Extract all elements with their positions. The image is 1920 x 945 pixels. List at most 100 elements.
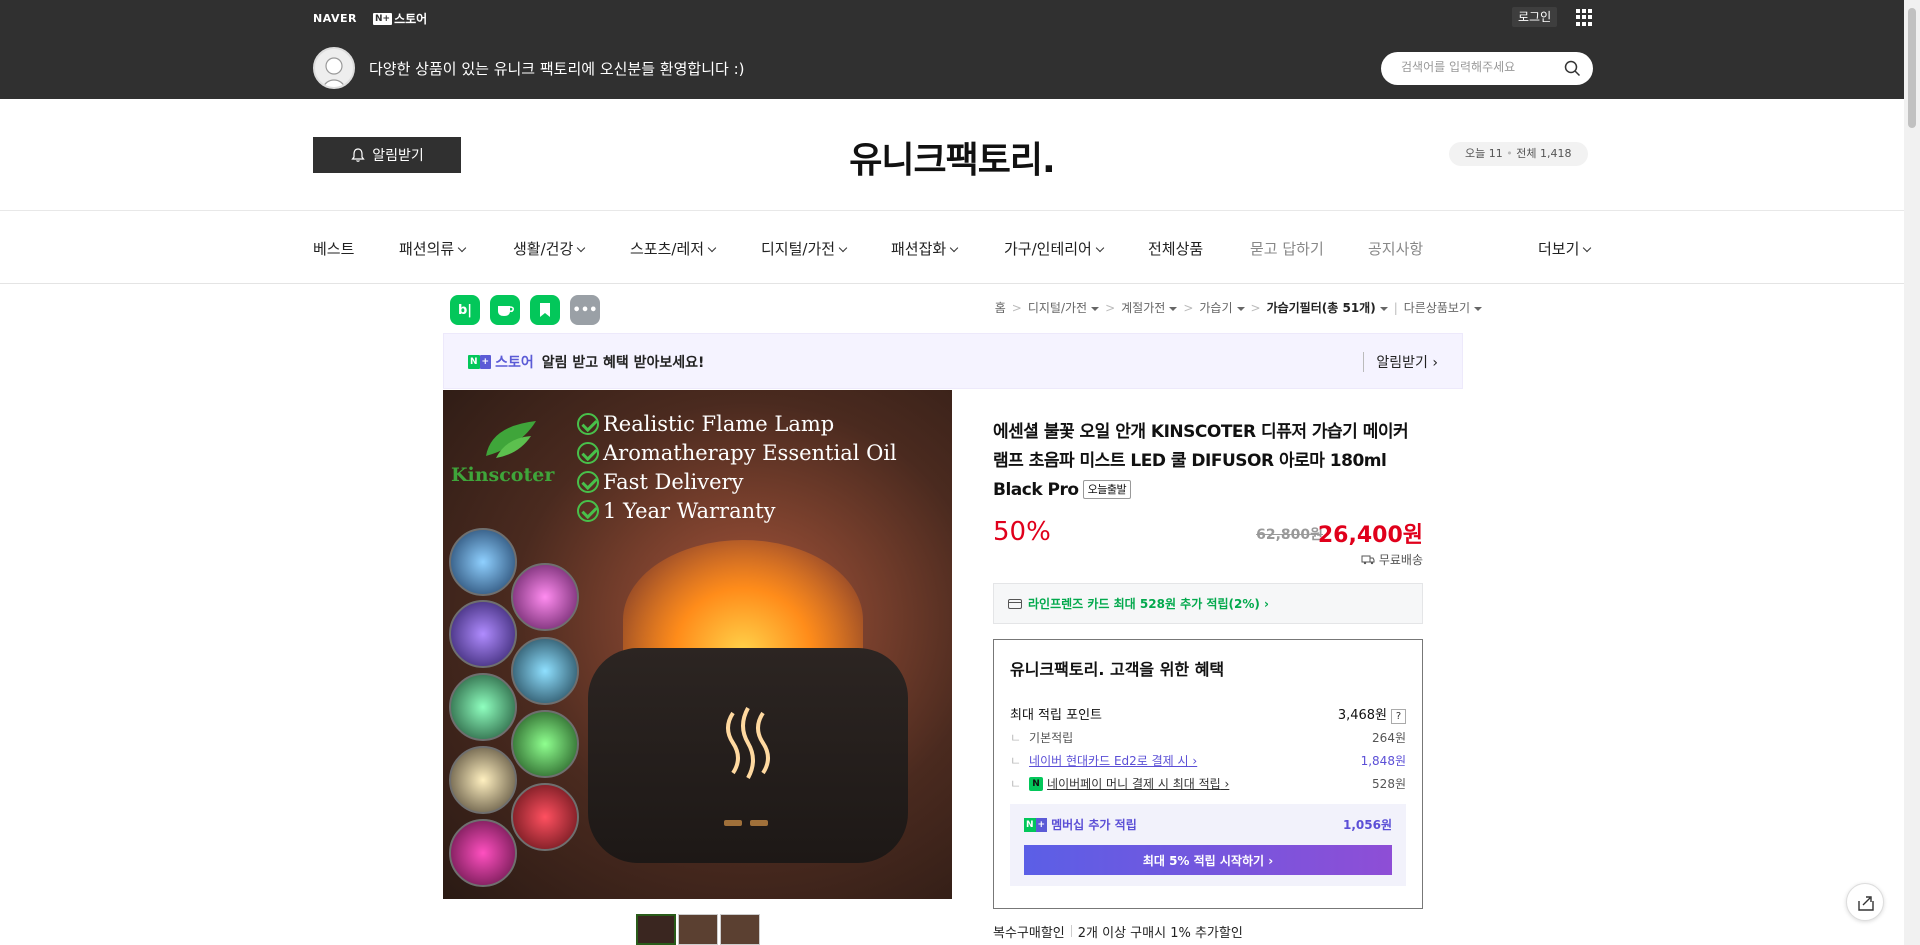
nplus-plus-icon: + [479,355,492,369]
bookmark-glyph [540,303,550,317]
search-input[interactable] [1401,60,1561,74]
today-label: 오늘 [1465,147,1486,160]
membership-start-button[interactable]: 최대 5% 적립 시작하기 › [1024,845,1392,875]
check-icon [577,471,599,493]
nav-item-fashion-goods[interactable]: 패션잡화 [891,238,959,259]
nav-item-living-health[interactable]: 생활/건강 [513,238,586,259]
steam-logo-icon [724,707,770,826]
naverpay-link[interactable]: 네이버페이 머니 결제 시 최대 적립 › [1047,775,1229,792]
breadcrumb-other-products[interactable]: 다른상품보기 [1404,299,1482,316]
avatar-face-icon [323,57,345,87]
flame-color-purple [449,600,517,668]
nav-item-digital-appliance[interactable]: 디지털/가전 [761,238,848,259]
visitor-counter: 오늘 11 • 전체 1,418 [1449,142,1588,166]
naver-brand[interactable]: NAVER N+ 스토어 [313,10,427,27]
hyundai-card-link[interactable]: 네이버 현대카드 Ed2로 결제 시 › [1029,752,1197,769]
top-bar: NAVER N+ 스토어 로그인 다양한 상품이 있는 유니크 팩토리에 오신분… [0,0,1904,99]
naverpay-icon: N [1029,776,1044,791]
chevron-down-icon [838,243,848,253]
nav-item-sports-leisure[interactable]: 스포츠/레저 [630,238,717,259]
flame-color-magenta [449,819,517,887]
truck-icon [1361,555,1375,565]
search-icon[interactable] [1564,60,1581,77]
welcome-message: 다양한 상품이 있는 유니크 팩토리에 오신분들 환영합니다 :) [369,60,745,78]
search-box[interactable] [1381,52,1593,85]
today-count: 11 [1488,147,1503,160]
nav-item-best[interactable]: 베스트 [313,238,354,259]
nplus-store-logo[interactable]: N+ 스토어 [372,10,428,27]
more-share-icon[interactable]: ••• [570,295,600,325]
chevron-down-icon [707,243,717,253]
multi-purchase-discount: 복수구매할인 2개 이상 구매시 1% 추가할인 [993,922,1243,941]
store-header: 알림받기 유니크팩토리. 오늘 11 • 전체 1,418 [0,99,1904,211]
caret-down-icon [1474,307,1482,311]
sns-share-row: b| ••• [450,295,600,325]
nplus-plus-icon: + [1035,817,1048,832]
check-icon [577,500,599,522]
feature-line-1: Realistic Flame Lamp [577,412,834,436]
benefit-title: 유니크팩토리. 고객을 위한 혜택 [1010,660,1225,679]
flame-color-blue [449,528,517,596]
breadcrumb-seasonal[interactable]: 계절가전 [1121,299,1178,316]
card-points-row: ㄴ 네이버 현대카드 Ed2로 결제 시 › 1,848원 [1010,752,1406,769]
cafe-icon[interactable] [490,295,520,325]
chevron-down-icon [949,243,959,253]
store-label: 스토어 [394,12,428,26]
nav-item-qna[interactable]: 묻고 답하기 [1250,238,1324,259]
benefit-box: 유니크팩토리. 고객을 위한 혜택 최대 적립 포인트 3,468원? ㄴ 기본적… [993,639,1423,909]
leaf-logo-icon [486,421,536,458]
breadcrumb: 홈 > 디지털/가전 > 계절가전 > 가습기 > 가습기필터(총 51개) |… [995,299,1482,316]
card-benefit-link[interactable]: 라인프렌즈 카드 최대 528원 추가 적립(2%) › [993,583,1423,624]
share-button[interactable] [1846,883,1884,921]
feature-line-2: Aromatherapy Essential Oil [577,441,897,465]
nav-item-notice[interactable]: 공지사항 [1368,238,1423,259]
apps-grid-icon[interactable] [1576,9,1593,26]
product-title: 에센셜 불꽃 오일 안개 KINSCOTER 디퓨저 가습기 메이커 램프 초음… [993,422,1409,500]
nplus-n-icon: N [468,355,480,369]
nplus-icon: N+ [372,12,393,25]
flame-color-green [511,710,579,778]
breadcrumb-home[interactable]: 홈 [995,299,1006,316]
brand-logo-text: Kinscoter [451,464,555,486]
product-main-image[interactable]: Kinscoter Realistic Flame Lamp Aromather… [443,390,952,899]
membership-value: 1,056원 [1343,818,1392,832]
login-button[interactable]: 로그인 [1512,7,1558,27]
nav-item-furniture-interior[interactable]: 가구/인테리어 [1004,238,1105,259]
thumbnail-strip [636,914,760,945]
thumbnail-2[interactable] [678,914,718,945]
today-ship-badge: 오늘출발 [1082,480,1132,499]
original-price: 62,800원 [1256,527,1323,543]
flame-color-mint [449,673,517,741]
breadcrumb-digital[interactable]: 디지털/가전 [1028,299,1100,316]
breadcrumb-humidifier[interactable]: 가습기 [1199,299,1245,316]
flame-color-red [511,783,579,851]
flame-color-pink [511,563,579,631]
feature-line-3: Fast Delivery [577,470,743,494]
total-label: 전체 [1516,147,1537,160]
thumbnail-3[interactable] [720,914,760,945]
store-avatar[interactable] [313,47,355,89]
help-icon[interactable]: ? [1391,709,1406,724]
flame-color-cyan [511,637,579,705]
sale-price: 26,400원 [1317,523,1423,548]
naver-logo[interactable]: NAVER [313,12,357,25]
banner-text: 알림 받고 혜택 받아보세요! [541,355,705,371]
nav-item-all-products[interactable]: 전체상품 [1148,238,1203,259]
multi-label: 복수구매할인 [993,926,1065,941]
banner-notify-link[interactable]: 알림받기 › [1363,352,1438,372]
breadcrumb-current[interactable]: 가습기필터(총 51개) [1267,299,1388,316]
nav-item-fashion-clothing[interactable]: 패션의류 [399,238,467,259]
caret-down-icon [1169,307,1178,311]
total-count: 1,418 [1540,147,1572,160]
blog-icon[interactable]: b| [450,295,480,325]
thumbnail-1[interactable] [636,914,676,945]
bookmark-icon[interactable] [530,295,560,325]
share-icon [1858,896,1874,911]
nav-item-more[interactable]: 더보기 [1538,238,1592,259]
banner-store: 스토어 [495,355,534,371]
scrollbar-thumb[interactable] [1908,8,1916,128]
chevron-down-icon [577,243,586,253]
store-title[interactable]: 유니크팩토리. [0,131,1904,183]
category-nav: 베스트 패션의류 생활/건강 스포츠/레저 디지털/가전 패션잡화 가구/인테리… [0,212,1904,284]
page-scrollbar[interactable] [1904,0,1920,945]
